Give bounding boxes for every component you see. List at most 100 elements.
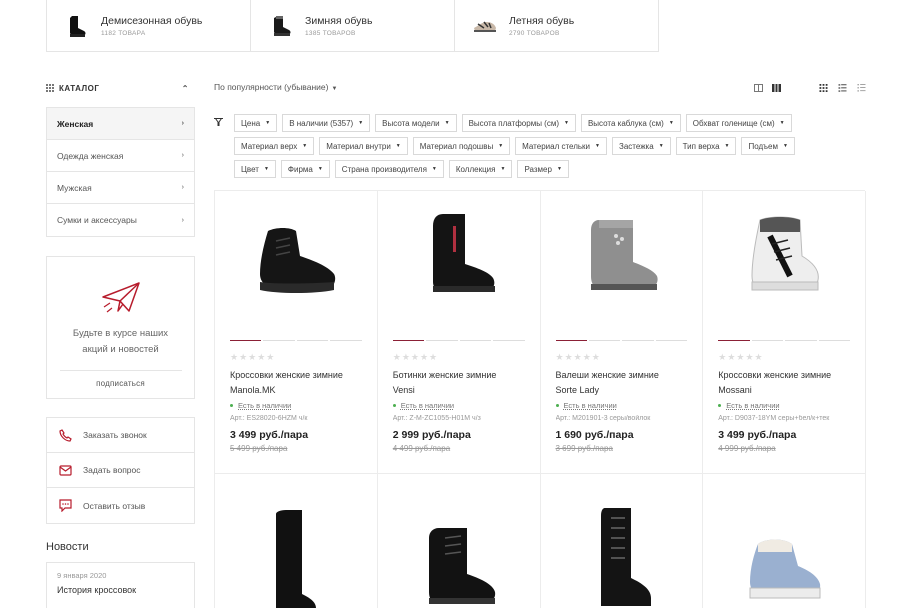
filter-upper-material[interactable]: Материал верх ▼	[234, 137, 315, 155]
filter-label: Высота каблука (см)	[587, 118, 664, 128]
product-name[interactable]: Ботинки женские зимние Vensi	[393, 368, 525, 398]
caret-down-icon: ▼	[595, 143, 600, 149]
filter-sole-material[interactable]: Материал подошвы ▼	[412, 137, 511, 155]
product-grid: ★★★★★ Кроссовки женские зимние Manola.MK…	[214, 190, 866, 608]
filter-insole-material[interactable]: Материал стельки ▼	[515, 137, 607, 155]
sidebar-item-label: Одежда женская	[57, 150, 124, 161]
catalog-header[interactable]: КАТАЛОГ ⌃	[46, 78, 195, 98]
filter-brand[interactable]: Фирма ▼	[280, 160, 330, 178]
filter-lining-material[interactable]: Материал внутри ▼	[319, 137, 408, 155]
filter-label: Фирма	[287, 164, 313, 174]
product-price: 3 499 руб./пара	[230, 429, 309, 441]
subscribe-link[interactable]: подписаться	[47, 379, 194, 388]
filter-label: Тип верха	[682, 141, 720, 151]
caret-down-icon: ▼	[317, 166, 323, 172]
caret-down-icon: ▼	[395, 143, 401, 149]
filter-upper-type[interactable]: Тип верха ▼	[675, 137, 737, 155]
product-name[interactable]: Кроссовки женские зимние Manola.MK	[230, 368, 362, 398]
order-call-button[interactable]: Заказать звонок	[47, 418, 194, 453]
catalog-menu: Женская › Одежда женская › Мужская › Сумки …	[46, 107, 195, 237]
filter-size[interactable]: Размер ▼	[517, 160, 569, 178]
filter-label: Коллекция	[455, 164, 496, 174]
sidebar-item-women[interactable]: Женская ›	[47, 108, 194, 140]
filter-icon[interactable]	[214, 118, 223, 126]
product-image[interactable]	[718, 191, 850, 321]
sidebar-item-bags[interactable]: Сумки и аксессуары ›	[47, 204, 194, 236]
category-title: Летняя обувь	[509, 14, 575, 27]
action-label: Заказать звонок	[83, 430, 147, 440]
grid-view-icon[interactable]	[819, 84, 828, 92]
category-count: 1385 ТОВАРОВ	[305, 29, 356, 37]
product-old-price: 5 499 руб./пара	[230, 444, 288, 453]
filter-fastener[interactable]: Застежка ▼	[611, 137, 671, 155]
product-image[interactable]	[718, 474, 850, 608]
chevron-up-icon[interactable]: ⌃	[182, 84, 189, 93]
product-image[interactable]	[556, 474, 688, 608]
filter-collection[interactable]: Коллекция ▼	[448, 160, 513, 178]
product-card[interactable]	[703, 474, 866, 608]
view-mode-toggle	[819, 84, 866, 92]
filter-in-stock[interactable]: В наличии (5357) ▼	[282, 114, 371, 132]
filter-model-height[interactable]: Высота модели ▼	[375, 114, 457, 132]
product-card[interactable]	[541, 474, 704, 608]
product-card[interactable]	[378, 474, 541, 608]
compact-view-icon[interactable]	[754, 84, 763, 92]
filter-shaft-girth[interactable]: Обхват голенище (см) ▼	[685, 114, 792, 132]
sandal-icon	[471, 13, 499, 39]
product-card[interactable]	[215, 474, 378, 608]
product-card[interactable]: ★★★★★ Валеши женские зимние Sorte Lady Е…	[540, 191, 704, 474]
category-title: Демисезонная обувь	[101, 14, 203, 27]
sidebar-item-men[interactable]: Мужская ›	[47, 172, 194, 204]
ask-question-button[interactable]: Задать вопрос	[47, 453, 194, 488]
wide-view-icon[interactable]	[772, 84, 781, 92]
filter-label: Страна производителя	[341, 164, 427, 174]
caret-down-icon: ▼	[724, 143, 730, 149]
product-image[interactable]	[393, 474, 525, 608]
product-name[interactable]: Кроссовки женские зимние Mossani	[718, 368, 850, 398]
filter-platform-height[interactable]: Высота платформы (см) ▼	[461, 114, 576, 132]
chevron-right-icon: ›	[181, 120, 184, 127]
product-card[interactable]: ★★★★★ Ботинки женские зимние Vensi Есть …	[377, 191, 541, 474]
filter-country[interactable]: Страна производителя ▼	[334, 160, 444, 178]
category-summer[interactable]: Летняя обувь 2790 ТОВАРОВ	[455, 0, 658, 51]
product-name[interactable]: Валеши женские зимние Sorte Lady	[556, 368, 688, 398]
product-image[interactable]	[230, 474, 362, 608]
filter-label: Материал стельки	[522, 141, 591, 151]
news-item[interactable]: 9 января 2020 История кроссовок	[46, 562, 195, 608]
action-label: Оставить отзыв	[83, 500, 146, 511]
news-heading[interactable]: Новости	[46, 541, 195, 553]
product-card[interactable]: ★★★★★ Кроссовки женские зимние Manola.MK…	[215, 191, 378, 474]
filter-label: В наличии (5357)	[289, 118, 354, 128]
product-image[interactable]	[393, 191, 525, 321]
chevron-right-icon: ›	[181, 152, 184, 159]
product-old-price: 4 999 руб./пара	[718, 444, 776, 453]
product-card[interactable]: ★★★★★ Кроссовки женские зимние Mossani Е…	[703, 191, 866, 474]
filter-instep[interactable]: Подъем ▼	[741, 137, 795, 155]
leave-review-button[interactable]: Оставить отзыв	[47, 488, 194, 523]
sidebar: КАТАЛОГ ⌃ Женская › Одежда женская › Мужск…	[46, 78, 195, 608]
sidebar-item-women-clothing[interactable]: Одежда женская ›	[47, 140, 194, 172]
filter-color[interactable]: Цвет ▼	[234, 160, 276, 178]
table-view-icon[interactable]	[857, 84, 866, 92]
filter-price[interactable]: Цена ▼	[234, 114, 278, 132]
category-winter[interactable]: Зимняя обувь 1385 ТОВАРОВ	[251, 0, 455, 51]
sort-select[interactable]: По популярности (убывание) ▼	[214, 82, 337, 92]
product-image[interactable]	[230, 191, 362, 321]
contact-actions: Заказать звонок Задать вопрос Оставить о…	[46, 417, 195, 524]
filter-label: Цвет	[241, 164, 259, 174]
caret-down-icon: ▼	[564, 120, 569, 126]
caret-down-icon: ▼	[782, 143, 788, 149]
stock-status: Есть в наличии	[230, 401, 362, 410]
filter-label: Цена	[241, 118, 261, 128]
display-density-toggle	[754, 84, 781, 92]
news-title[interactable]: История кроссовок	[57, 585, 184, 595]
category-demi[interactable]: Демисезонная обувь 1182 ТОВАРА	[47, 0, 251, 51]
caret-down-icon: ▼	[498, 143, 504, 149]
product-image[interactable]	[556, 191, 688, 321]
filter-label: Высота платформы (см)	[468, 118, 559, 128]
product-article: Арт.: M201901-3 серы/войлок	[555, 415, 651, 422]
list-view-icon[interactable]	[838, 84, 847, 92]
caret-down-icon: ▼	[658, 143, 664, 149]
filter-heel-height[interactable]: Высота каблука (см) ▼	[580, 114, 681, 132]
caret-down-icon: ▼	[779, 120, 785, 126]
